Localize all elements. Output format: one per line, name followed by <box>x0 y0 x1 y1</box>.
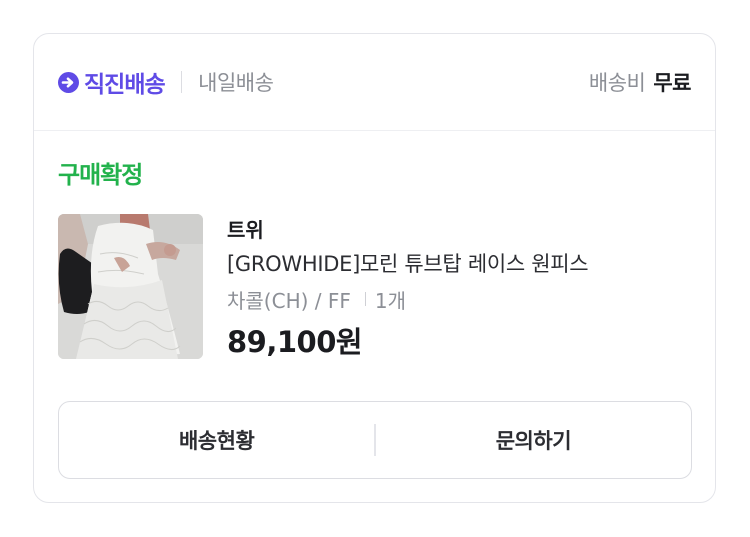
product-thumbnail[interactable] <box>58 214 203 359</box>
delivery-status-button[interactable]: 배송현황 <box>59 402 374 478</box>
divider <box>364 292 366 306</box>
product-info: 트위 [GROWHIDE]모린 튜브탑 레이스 원피스 차콜(CH) / FF … <box>227 214 589 361</box>
order-actions: 배송현황 문의하기 <box>58 401 692 479</box>
shipping-fee-label: 배송비 <box>588 71 646 95</box>
product-option: 차콜(CH) / FF 1개 <box>227 284 588 314</box>
direct-delivery-label: 직진배송 <box>84 72 166 98</box>
direct-delivery-icon <box>58 71 79 93</box>
shipping-fee-value: 무료 <box>653 71 691 95</box>
product-name[interactable]: [GROWHIDE]모린 튜브탑 레이스 원피스 <box>227 248 589 278</box>
shipping-fee: 배송비 무료 <box>588 67 692 97</box>
option-value: 차콜(CH) / FF <box>227 288 351 313</box>
product-price: 89,100원 <box>227 325 363 359</box>
inquiry-button[interactable]: 문의하기 <box>376 402 691 478</box>
order-status: 구매확정 <box>58 161 143 189</box>
divider <box>180 71 183 93</box>
shipping-header: 직진배송 내일배송 배송비 무료 <box>34 34 715 131</box>
brand-name[interactable]: 트위 <box>227 214 588 242</box>
order-card: 직진배송 내일배송 배송비 무료 구매확정 트위 [GROWHIDE]모린 튜브… <box>33 33 716 503</box>
tomorrow-delivery-label: 내일배송 <box>198 71 274 95</box>
quantity: 1개 <box>374 288 406 313</box>
product-image <box>58 214 203 359</box>
shipping-type: 직진배송 내일배송 <box>58 65 274 99</box>
